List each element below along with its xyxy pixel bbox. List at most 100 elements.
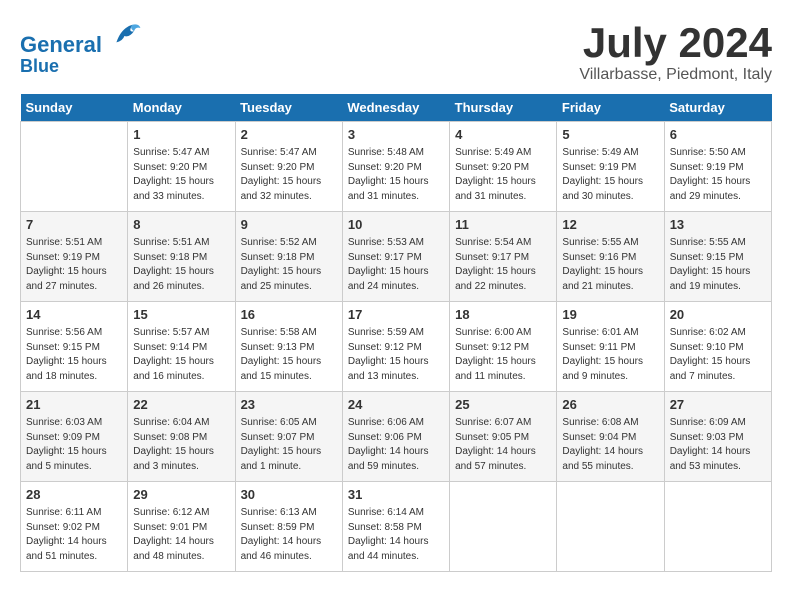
day-number: 30 bbox=[241, 486, 337, 504]
logo-bird-icon bbox=[110, 20, 142, 52]
weekday-saturday: Saturday bbox=[664, 94, 771, 122]
calendar-cell: 27 Sunrise: 6:09 AM Sunset: 9:03 PM Dayli… bbox=[664, 392, 771, 482]
week-row-3: 14 Sunrise: 5:56 AM Sunset: 9:15 PM Dayli… bbox=[21, 302, 772, 392]
week-row-2: 7 Sunrise: 5:51 AM Sunset: 9:19 PM Daylig… bbox=[21, 212, 772, 302]
day-info: Sunrise: 5:53 AM Sunset: 9:17 PM Dayligh… bbox=[348, 236, 444, 294]
calendar-cell: 6 Sunrise: 5:50 AM Sunset: 9:19 PM Daylig… bbox=[664, 122, 771, 212]
day-info: Sunrise: 6:09 AM Sunset: 9:03 PM Dayligh… bbox=[670, 416, 766, 474]
day-info: Sunrise: 5:55 AM Sunset: 9:16 PM Dayligh… bbox=[562, 236, 658, 294]
day-info: Sunrise: 5:56 AM Sunset: 9:15 PM Dayligh… bbox=[26, 326, 122, 384]
week-row-5: 28 Sunrise: 6:11 AM Sunset: 9:02 PM Dayli… bbox=[21, 482, 772, 572]
logo-blue: Blue bbox=[20, 57, 142, 77]
day-info: Sunrise: 6:14 AM Sunset: 8:58 PM Dayligh… bbox=[348, 506, 444, 564]
weekday-sunday: Sunday bbox=[21, 94, 128, 122]
weekday-header-row: SundayMondayTuesdayWednesdayThursdayFrid… bbox=[21, 94, 772, 122]
calendar-cell: 21 Sunrise: 6:03 AM Sunset: 9:09 PM Dayli… bbox=[21, 392, 128, 482]
day-info: Sunrise: 6:04 AM Sunset: 9:08 PM Dayligh… bbox=[133, 416, 229, 474]
day-info: Sunrise: 5:52 AM Sunset: 9:18 PM Dayligh… bbox=[241, 236, 337, 294]
calendar-cell: 3 Sunrise: 5:48 AM Sunset: 9:20 PM Daylig… bbox=[342, 122, 449, 212]
calendar-cell: 9 Sunrise: 5:52 AM Sunset: 9:18 PM Daylig… bbox=[235, 212, 342, 302]
calendar-cell bbox=[450, 482, 557, 572]
calendar-table: SundayMondayTuesdayWednesdayThursdayFrid… bbox=[20, 94, 772, 572]
day-info: Sunrise: 6:01 AM Sunset: 9:11 PM Dayligh… bbox=[562, 326, 658, 384]
day-info: Sunrise: 5:50 AM Sunset: 9:19 PM Dayligh… bbox=[670, 146, 766, 204]
week-row-1: 1 Sunrise: 5:47 AM Sunset: 9:20 PM Daylig… bbox=[21, 122, 772, 212]
day-number: 15 bbox=[133, 306, 229, 324]
day-info: Sunrise: 5:51 AM Sunset: 9:18 PM Dayligh… bbox=[133, 236, 229, 294]
day-info: Sunrise: 5:49 AM Sunset: 9:19 PM Dayligh… bbox=[562, 146, 658, 204]
calendar-cell: 22Sunrise: 6:04 AM Sunset: 9:08 PM Dayli… bbox=[128, 392, 235, 482]
day-info: Sunrise: 5:58 AM Sunset: 9:13 PM Dayligh… bbox=[241, 326, 337, 384]
calendar-cell: 2 Sunrise: 5:47 AM Sunset: 9:20 PM Daylig… bbox=[235, 122, 342, 212]
day-info: Sunrise: 5:51 AM Sunset: 9:19 PM Dayligh… bbox=[26, 236, 122, 294]
day-info: Sunrise: 6:02 AM Sunset: 9:10 PM Dayligh… bbox=[670, 326, 766, 384]
weekday-thursday: Thursday bbox=[450, 94, 557, 122]
calendar-body: 1 Sunrise: 5:47 AM Sunset: 9:20 PM Daylig… bbox=[21, 122, 772, 572]
day-number: 31 bbox=[348, 486, 444, 504]
day-info: Sunrise: 6:13 AM Sunset: 8:59 PM Dayligh… bbox=[241, 506, 337, 564]
calendar-cell: 13 Sunrise: 5:55 AM Sunset: 9:15 PM Dayli… bbox=[664, 212, 771, 302]
day-number: 10 bbox=[348, 216, 444, 234]
weekday-tuesday: Tuesday bbox=[235, 94, 342, 122]
day-number: 5 bbox=[562, 126, 658, 144]
calendar-cell: 10 Sunrise: 5:53 AM Sunset: 9:17 PM Dayli… bbox=[342, 212, 449, 302]
calendar-cell: 30 Sunrise: 6:13 AM Sunset: 8:59 PM Dayli… bbox=[235, 482, 342, 572]
calendar-cell: 4Sunrise: 5:49 AM Sunset: 9:20 PM Daylig… bbox=[450, 122, 557, 212]
day-number: 14 bbox=[26, 306, 122, 324]
calendar-cell: 17 Sunrise: 5:59 AM Sunset: 9:12 PM Dayli… bbox=[342, 302, 449, 392]
day-number: 26 bbox=[562, 396, 658, 414]
day-number: 27 bbox=[670, 396, 766, 414]
calendar-cell bbox=[664, 482, 771, 572]
calendar-cell: 7 Sunrise: 5:51 AM Sunset: 9:19 PM Daylig… bbox=[21, 212, 128, 302]
logo: General Blue bbox=[20, 20, 142, 77]
weekday-friday: Friday bbox=[557, 94, 664, 122]
day-number: 28 bbox=[26, 486, 122, 504]
calendar-cell: 19Sunrise: 6:01 AM Sunset: 9:11 PM Dayli… bbox=[557, 302, 664, 392]
day-info: Sunrise: 6:03 AM Sunset: 9:09 PM Dayligh… bbox=[26, 416, 122, 474]
day-number: 12 bbox=[562, 216, 658, 234]
day-number: 20 bbox=[670, 306, 766, 324]
calendar-cell: 20 Sunrise: 6:02 AM Sunset: 9:10 PM Dayli… bbox=[664, 302, 771, 392]
day-info: Sunrise: 6:08 AM Sunset: 9:04 PM Dayligh… bbox=[562, 416, 658, 474]
logo-text: General bbox=[20, 20, 142, 57]
day-number: 7 bbox=[26, 216, 122, 234]
day-number: 13 bbox=[670, 216, 766, 234]
calendar-cell: 15 Sunrise: 5:57 AM Sunset: 9:14 PM Dayli… bbox=[128, 302, 235, 392]
calendar-cell: 1 Sunrise: 5:47 AM Sunset: 9:20 PM Daylig… bbox=[128, 122, 235, 212]
day-number: 6 bbox=[670, 126, 766, 144]
calendar-cell: 28 Sunrise: 6:11 AM Sunset: 9:02 PM Dayli… bbox=[21, 482, 128, 572]
day-number: 21 bbox=[26, 396, 122, 414]
day-info: Sunrise: 5:47 AM Sunset: 9:20 PM Dayligh… bbox=[133, 146, 229, 204]
day-info: Sunrise: 5:55 AM Sunset: 9:15 PM Dayligh… bbox=[670, 236, 766, 294]
calendar-cell: 11Sunrise: 5:54 AM Sunset: 9:17 PM Dayli… bbox=[450, 212, 557, 302]
day-number: 2 bbox=[241, 126, 337, 144]
week-row-4: 21 Sunrise: 6:03 AM Sunset: 9:09 PM Dayli… bbox=[21, 392, 772, 482]
day-number: 25 bbox=[455, 396, 551, 414]
day-number: 1 bbox=[133, 126, 229, 144]
day-number: 9 bbox=[241, 216, 337, 234]
day-info: Sunrise: 5:57 AM Sunset: 9:14 PM Dayligh… bbox=[133, 326, 229, 384]
month-title: July 2024 bbox=[579, 20, 772, 66]
logo-general: General bbox=[20, 32, 102, 57]
calendar-cell: 31 Sunrise: 6:14 AM Sunset: 8:58 PM Dayli… bbox=[342, 482, 449, 572]
day-info: Sunrise: 5:59 AM Sunset: 9:12 PM Dayligh… bbox=[348, 326, 444, 384]
day-info: Sunrise: 6:07 AM Sunset: 9:05 PM Dayligh… bbox=[455, 416, 551, 474]
day-info: Sunrise: 5:48 AM Sunset: 9:20 PM Dayligh… bbox=[348, 146, 444, 204]
day-info: Sunrise: 5:47 AM Sunset: 9:20 PM Dayligh… bbox=[241, 146, 337, 204]
calendar-cell: 25 Sunrise: 6:07 AM Sunset: 9:05 PM Dayli… bbox=[450, 392, 557, 482]
calendar-cell: 18Sunrise: 6:00 AM Sunset: 9:12 PM Dayli… bbox=[450, 302, 557, 392]
calendar-cell: 14 Sunrise: 5:56 AM Sunset: 9:15 PM Dayli… bbox=[21, 302, 128, 392]
day-number: 18 bbox=[455, 306, 551, 324]
day-info: Sunrise: 6:11 AM Sunset: 9:02 PM Dayligh… bbox=[26, 506, 122, 564]
calendar-cell: 24Sunrise: 6:06 AM Sunset: 9:06 PM Dayli… bbox=[342, 392, 449, 482]
day-number: 11 bbox=[455, 216, 551, 234]
calendar-cell: 23Sunrise: 6:05 AM Sunset: 9:07 PM Dayli… bbox=[235, 392, 342, 482]
day-number: 4 bbox=[455, 126, 551, 144]
day-number: 16 bbox=[241, 306, 337, 324]
day-number: 17 bbox=[348, 306, 444, 324]
day-number: 3 bbox=[348, 126, 444, 144]
calendar-cell: 12 Sunrise: 5:55 AM Sunset: 9:16 PM Dayli… bbox=[557, 212, 664, 302]
calendar-cell: 29Sunrise: 6:12 AM Sunset: 9:01 PM Dayli… bbox=[128, 482, 235, 572]
weekday-wednesday: Wednesday bbox=[342, 94, 449, 122]
day-number: 29 bbox=[133, 486, 229, 504]
